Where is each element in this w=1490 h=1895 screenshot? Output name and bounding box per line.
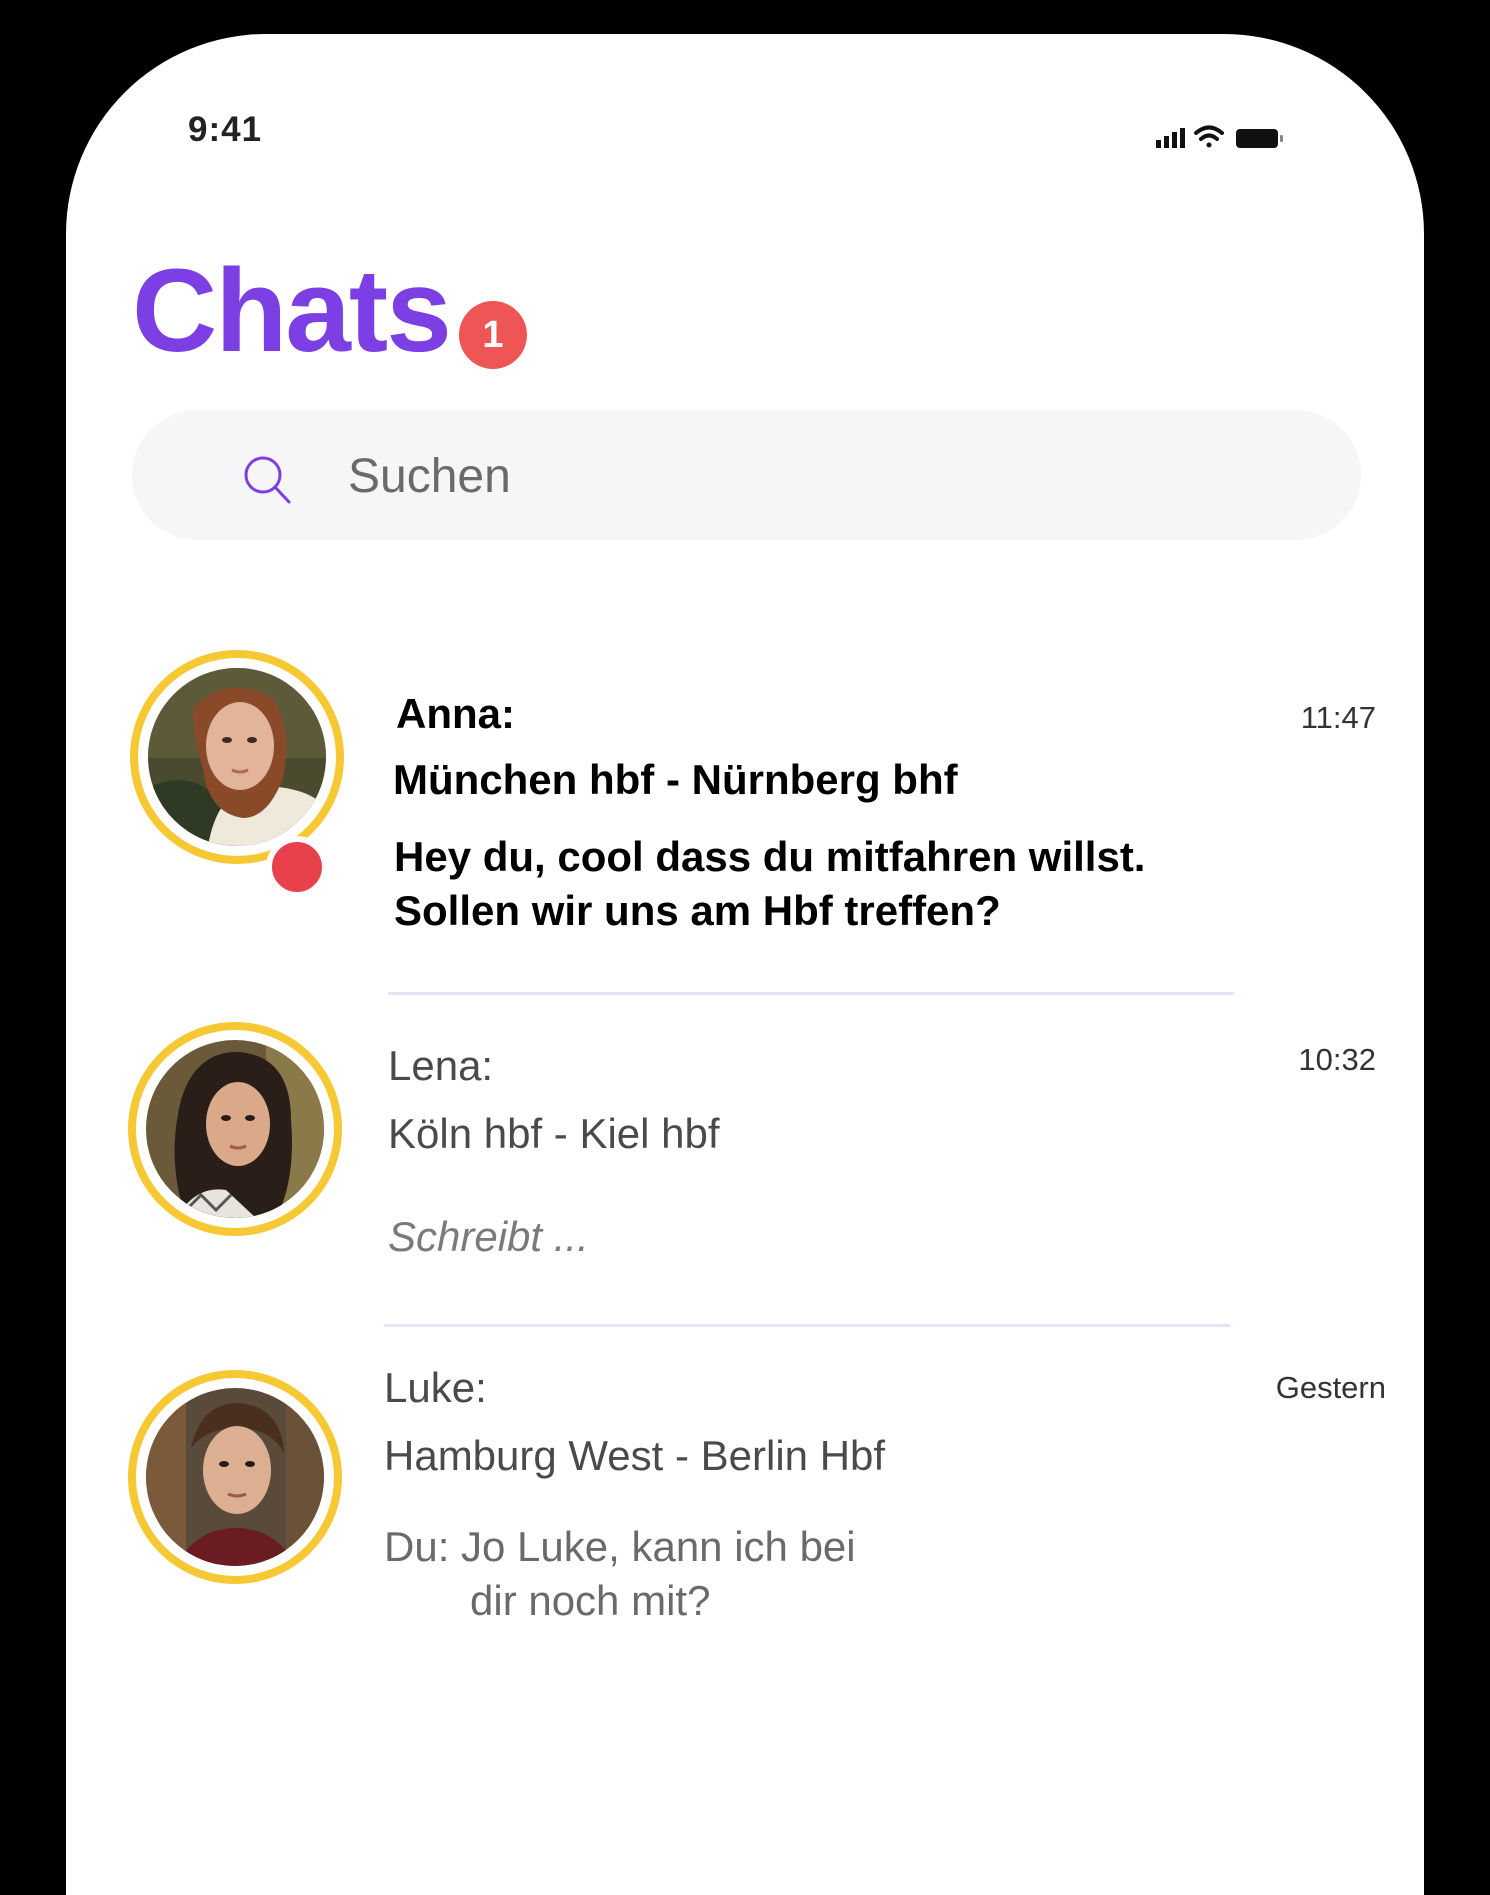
chat-last-message: Du: Jo Luke, kann ich bei dir noch mit? bbox=[384, 1520, 856, 1628]
search-icon bbox=[242, 454, 294, 506]
unread-count-badge: 1 bbox=[459, 301, 527, 369]
avatar-photo bbox=[146, 1040, 324, 1218]
chat-route: Köln hbf - Kiel hbf bbox=[388, 1110, 720, 1157]
avatar-photo bbox=[148, 668, 326, 846]
battery-icon bbox=[1236, 129, 1283, 148]
signal-icon bbox=[1156, 128, 1185, 148]
message-line: Sollen wir uns am Hbf treffen? bbox=[394, 887, 1001, 934]
chat-name: Luke: bbox=[384, 1364, 487, 1411]
message-line: dir noch mit? bbox=[470, 1577, 711, 1624]
avatar bbox=[128, 1370, 342, 1584]
avatar-photo bbox=[146, 1388, 324, 1566]
chat-time: Gestern bbox=[1275, 1370, 1386, 1405]
status-time: 9:41 bbox=[188, 110, 263, 149]
status-icons bbox=[1156, 120, 1296, 154]
avatar bbox=[128, 1022, 342, 1236]
chat-name: Lena: bbox=[388, 1042, 494, 1089]
search-bar[interactable] bbox=[132, 410, 1361, 540]
chat-item-lena[interactable]: Lena: 10:32 Köln hbf - Kiel hbf Schreibt… bbox=[66, 992, 1424, 1332]
chat-time: 10:32 bbox=[1298, 1042, 1376, 1077]
chat-route: Hamburg West - Berlin Hbf bbox=[384, 1432, 886, 1479]
typing-indicator: Schreibt ... bbox=[388, 1213, 589, 1260]
search-input[interactable] bbox=[346, 438, 1250, 514]
avatar bbox=[130, 650, 344, 864]
unread-dot bbox=[266, 836, 328, 898]
chat-item-luke[interactable]: Luke: Gestern Hamburg West - Berlin Hbf … bbox=[66, 1324, 1424, 1684]
chat-route: München hbf - Nürnberg bhf bbox=[393, 756, 958, 803]
message-line: Hey du, cool dass du mitfahren willst. bbox=[394, 833, 1146, 880]
chat-item-anna[interactable]: Anna: 11:47 München hbf - Nürnberg bhf H… bbox=[66, 650, 1424, 990]
chat-time: 11:47 bbox=[1300, 700, 1376, 735]
chat-name: Anna: bbox=[396, 690, 515, 737]
chat-last-message: Hey du, cool dass du mitfahren willst. S… bbox=[394, 830, 1145, 938]
message-line: Du: Jo Luke, kann ich bei bbox=[384, 1523, 856, 1570]
wifi-icon bbox=[1194, 125, 1224, 148]
page-title: Chats bbox=[132, 245, 452, 377]
phone-screen: 9:41 Chats 1 Suchen Anna: 11:47 München … bbox=[66, 34, 1424, 1895]
